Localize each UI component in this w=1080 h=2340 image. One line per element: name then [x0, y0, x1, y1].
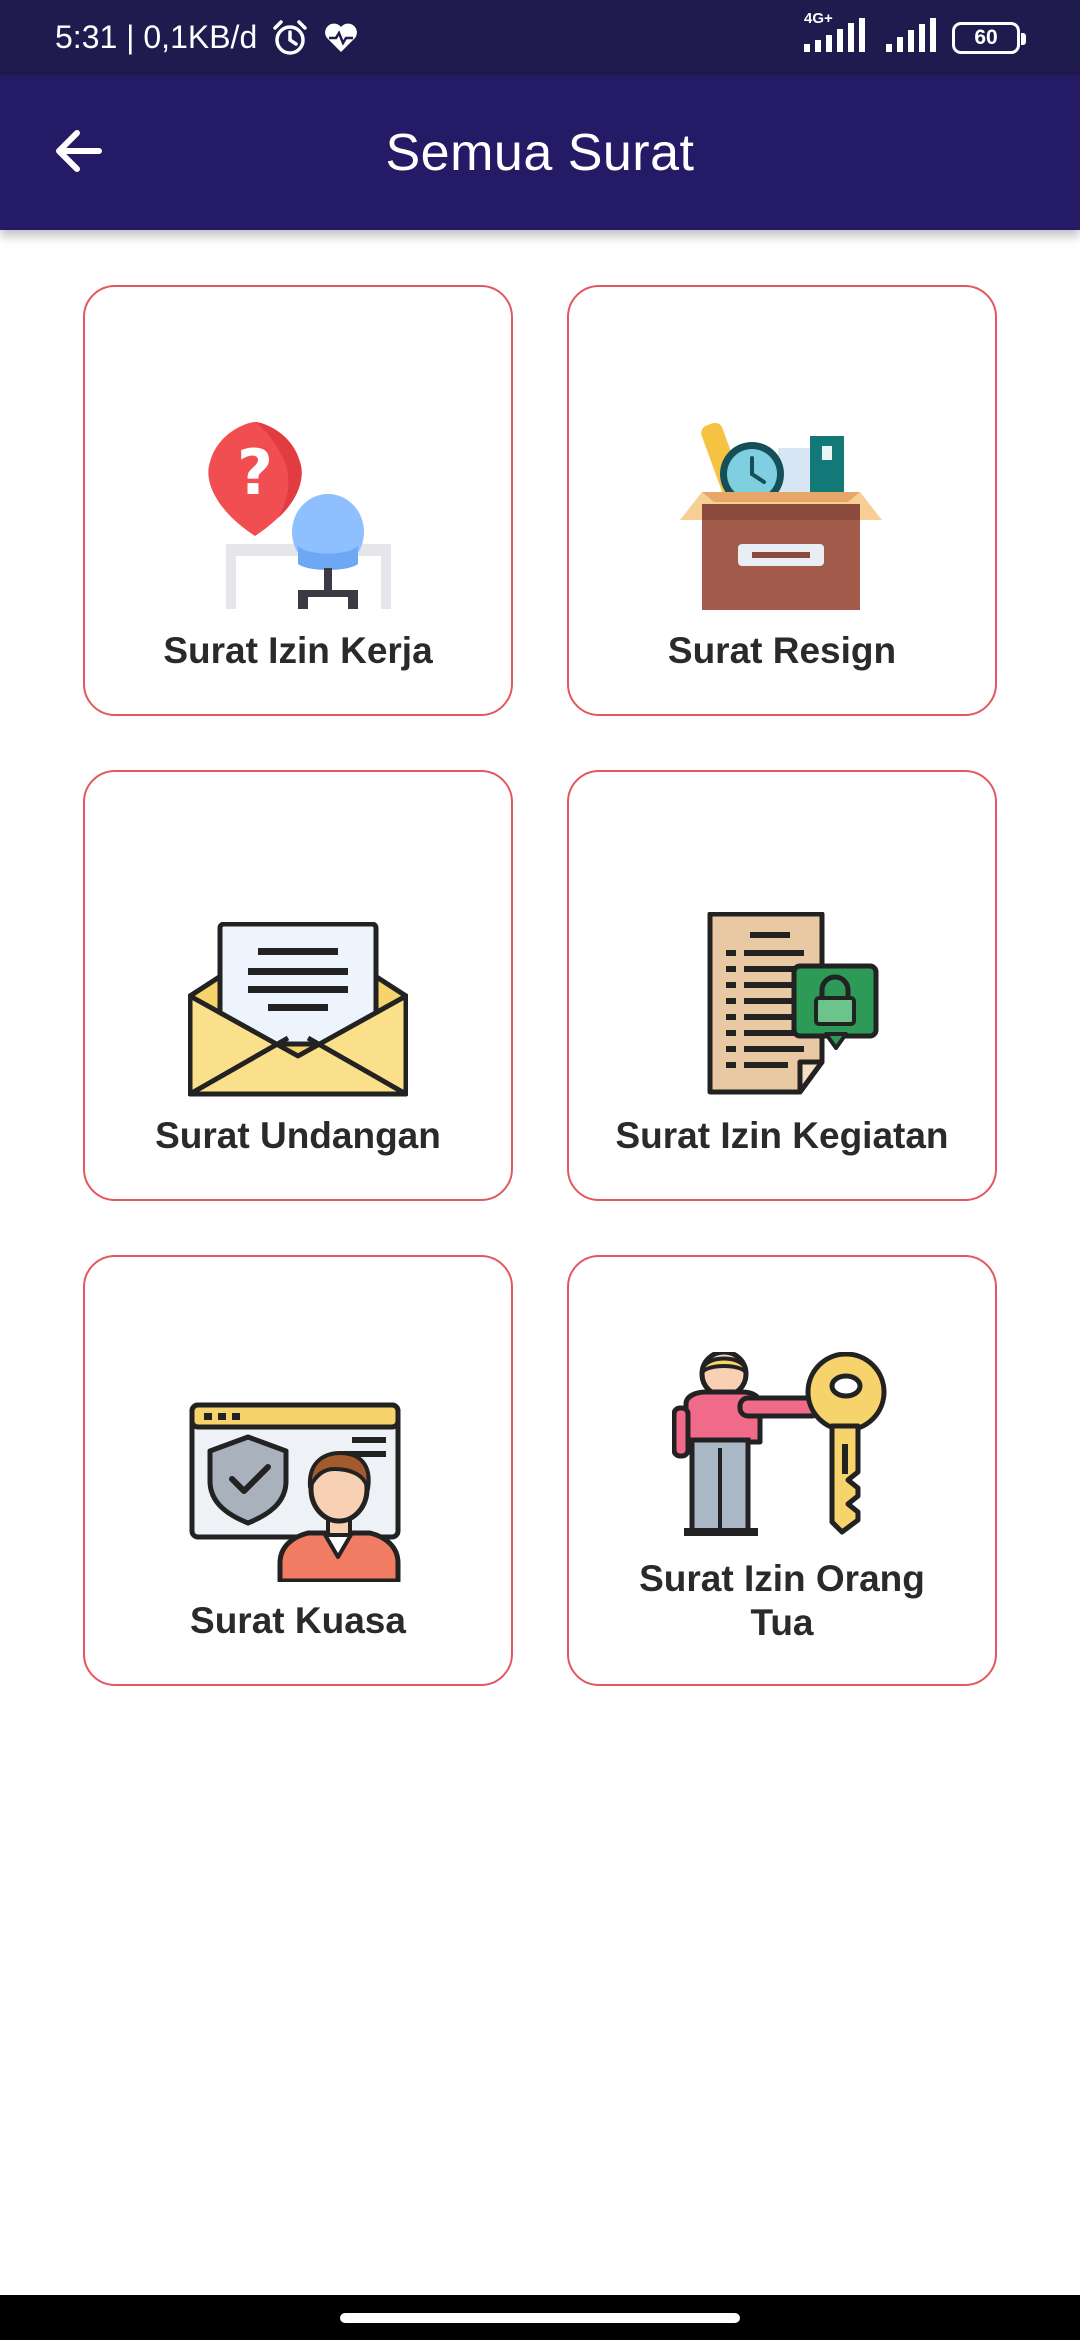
- card-label: Surat Resign: [667, 630, 897, 671]
- battery-level: 60: [974, 25, 998, 49]
- card-label: Surat Izin Kegiatan: [615, 1115, 949, 1156]
- card-surat-izin-orang-tua[interactable]: Surat Izin Orang Tua: [567, 1255, 997, 1686]
- card-label: Surat Undangan: [155, 1115, 441, 1156]
- home-indicator[interactable]: [340, 2312, 740, 2323]
- status-right: 4G+ 60: [804, 10, 1026, 57]
- signal-icon: 4G+: [804, 10, 870, 57]
- card-label: Surat Izin Orang Tua: [639, 1558, 925, 1643]
- person-key-icon: [667, 1337, 897, 1537]
- card-label: Surat Kuasa: [190, 1600, 406, 1641]
- card-surat-kuasa[interactable]: Surat Kuasa: [83, 1255, 513, 1686]
- office-chair-question-icon: ?: [183, 412, 413, 612]
- battery-icon: 60: [952, 21, 1026, 54]
- card-surat-resign[interactable]: Surat Resign: [567, 285, 997, 716]
- arrow-left-icon: [53, 129, 103, 178]
- moving-box-icon: [667, 412, 897, 612]
- svg-text:?: ?: [237, 436, 273, 509]
- app-bar: Semua Surat: [0, 75, 1080, 230]
- locked-document-icon: [667, 897, 897, 1097]
- card-surat-undangan[interactable]: Surat Undangan: [83, 770, 513, 1201]
- letter-grid: ? Surat Izin Kerja Surat Resign Surat Un…: [83, 285, 997, 1686]
- health-icon: [323, 22, 359, 54]
- letter-grid-container: ? Surat Izin Kerja Surat Resign Surat Un…: [0, 230, 1080, 2295]
- envelope-letter-icon: [183, 897, 413, 1097]
- status-bar: 5:31 | 0,1KB/d 4G+ 60: [0, 0, 1080, 75]
- navigation-bar: [0, 2295, 1080, 2340]
- signal-icon: [886, 18, 936, 57]
- card-surat-izin-kegiatan[interactable]: Surat Izin Kegiatan: [567, 770, 997, 1201]
- page-title: Semua Surat: [385, 123, 695, 182]
- alarm-icon: [271, 19, 309, 57]
- card-label: Surat Izin Kerja: [163, 630, 433, 671]
- back-button[interactable]: [40, 115, 116, 191]
- network-type: 4G+: [804, 10, 833, 27]
- status-time-speed: 5:31 | 0,1KB/d: [55, 19, 258, 55]
- card-surat-izin-kerja[interactable]: ? Surat Izin Kerja: [83, 285, 513, 716]
- authorized-person-icon: [183, 1382, 413, 1582]
- status-left: 5:31 | 0,1KB/d: [55, 19, 359, 57]
